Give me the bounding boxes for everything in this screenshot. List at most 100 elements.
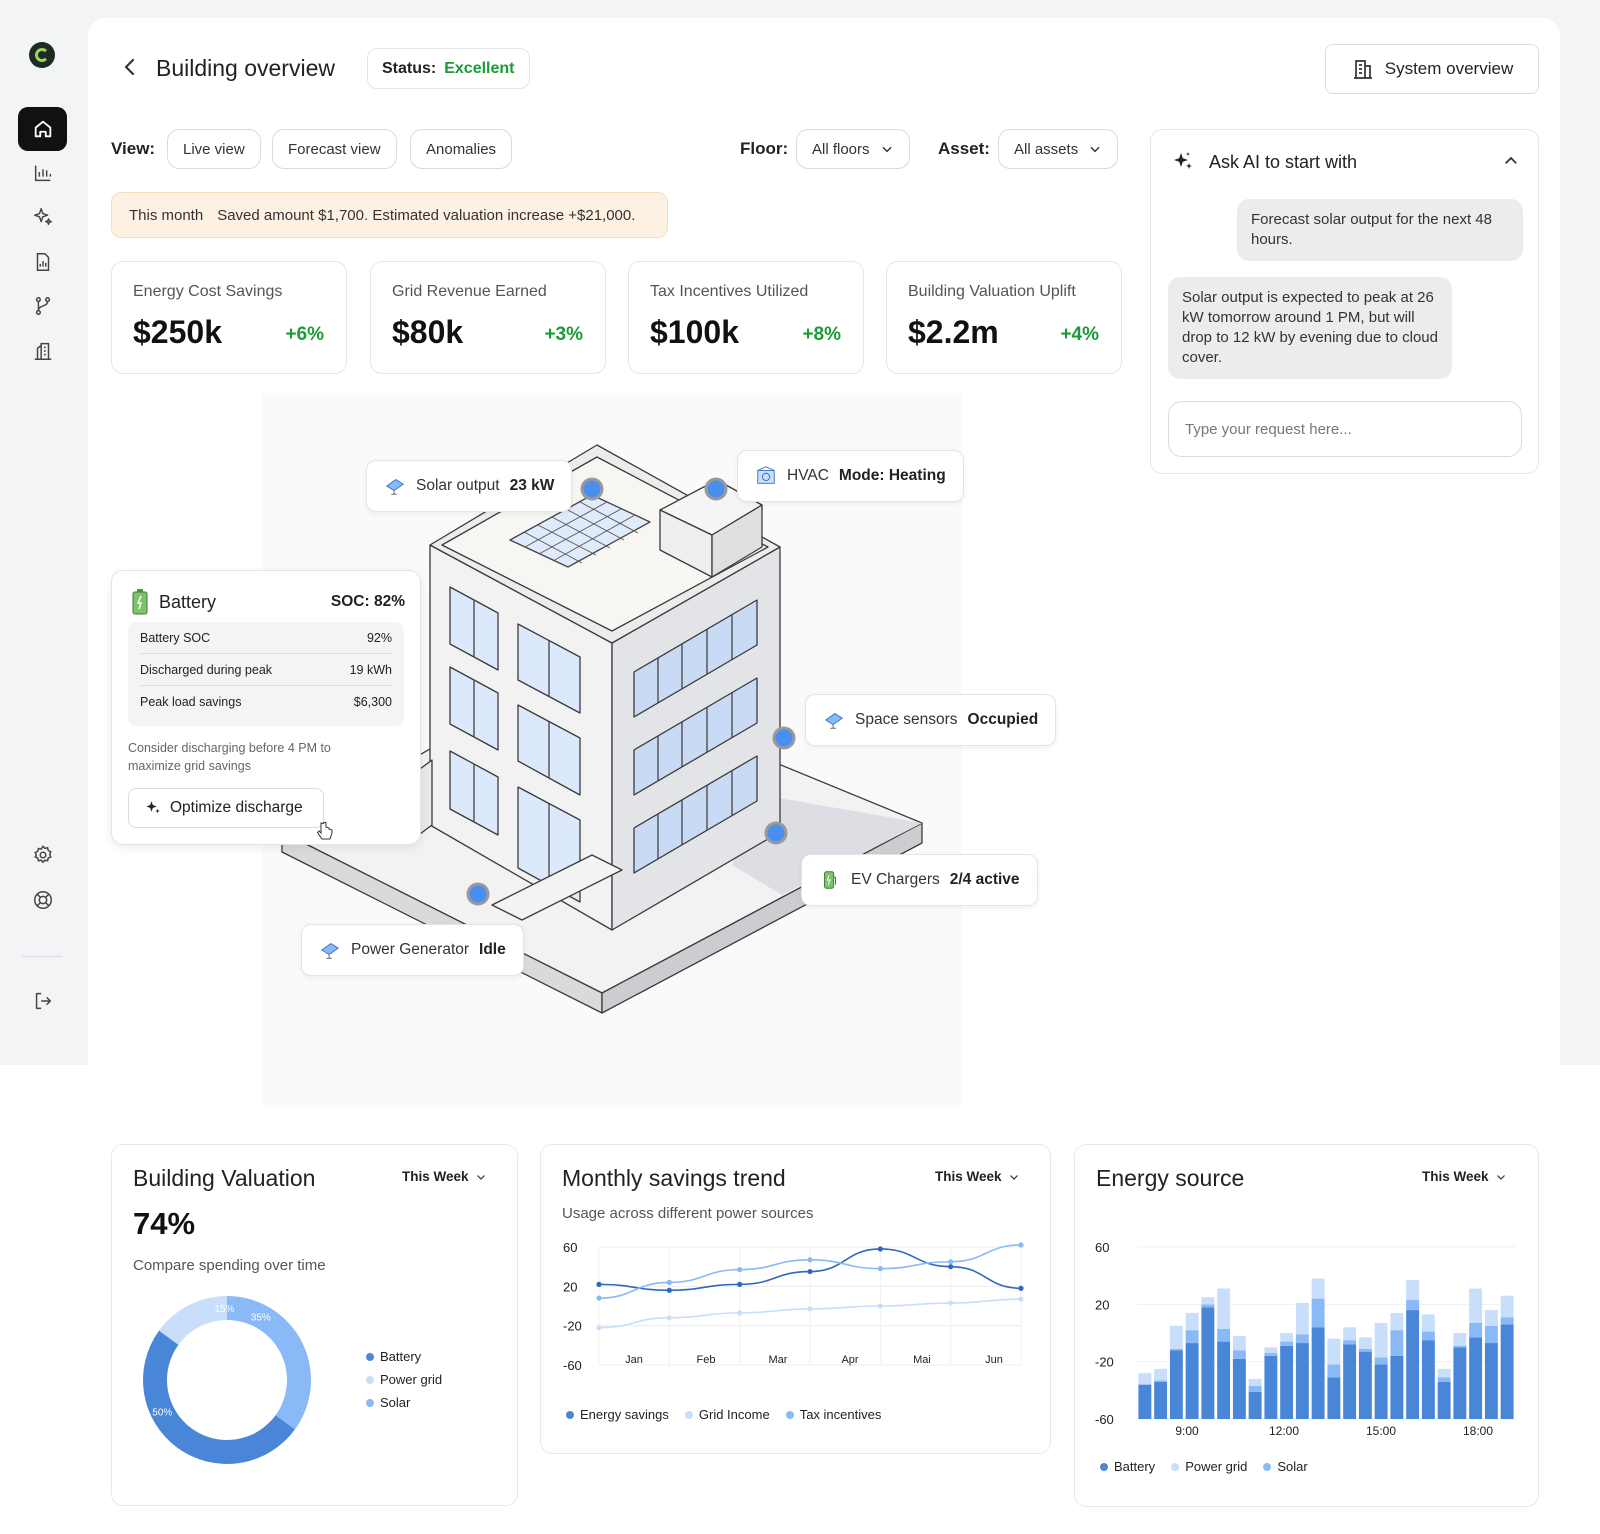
nav-buildings[interactable] xyxy=(18,329,67,373)
bar-segment xyxy=(1500,1295,1514,1318)
tab-anomalies[interactable]: Anomalies xyxy=(410,129,513,169)
bar-segment xyxy=(1437,1381,1451,1419)
ai-request-input[interactable] xyxy=(1168,401,1522,457)
bar-segment xyxy=(1264,1355,1278,1419)
nav-ai[interactable] xyxy=(18,195,67,239)
space-sensors-tag[interactable]: Space sensors Occupied xyxy=(805,694,1057,746)
legend-label: Energy savings xyxy=(580,1407,669,1422)
space-sensors-label: Space sensors xyxy=(855,711,958,728)
bar-segment xyxy=(1232,1350,1246,1359)
x-tick-label: Mai xyxy=(913,1354,931,1366)
kpi-card: Building Valuation Uplift $2.2m +4% xyxy=(886,261,1122,374)
series-point xyxy=(596,1281,602,1287)
series-point xyxy=(877,1246,883,1252)
legend-item: Battery xyxy=(1100,1459,1155,1474)
legend-label: Tax incentives xyxy=(799,1407,882,1422)
sensor-icon xyxy=(824,713,844,729)
bar-segment xyxy=(1469,1288,1483,1323)
ev-chargers-tag[interactable]: EV Chargers 2/4 active xyxy=(801,854,1038,906)
nav-help[interactable] xyxy=(18,878,67,922)
period-select[interactable]: This Week xyxy=(935,1169,1020,1184)
nav-settings[interactable] xyxy=(18,833,67,877)
legend-label: Power grid xyxy=(1185,1459,1248,1474)
system-overview-label: System overview xyxy=(1384,59,1514,78)
series-point xyxy=(1018,1285,1024,1291)
bar-segment xyxy=(1374,1364,1388,1419)
x-tick-label: 15:00 xyxy=(1366,1424,1396,1438)
floor-select[interactable]: All floors xyxy=(796,129,910,169)
user-message: Forecast solar output for the next 48 ho… xyxy=(1237,199,1523,261)
hvac-tag[interactable]: HVAC Mode: Heating xyxy=(737,450,964,502)
power-generator-tag[interactable]: Power Generator Idle xyxy=(301,924,524,976)
x-tick-label: Jan xyxy=(625,1354,643,1366)
ai-header[interactable]: Ask AI to start with xyxy=(1171,150,1357,174)
bar-segment xyxy=(1280,1341,1294,1346)
valuation-subtitle: Compare spending over time xyxy=(133,1257,326,1274)
bar-segment xyxy=(1311,1327,1325,1419)
bar-segment xyxy=(1484,1310,1498,1326)
bar-segment xyxy=(1469,1337,1483,1419)
card-title: Monthly savings trend xyxy=(562,1165,786,1191)
app-logo[interactable] xyxy=(29,42,55,68)
nav-home[interactable] xyxy=(18,107,67,151)
legend-item: Energy savings xyxy=(566,1407,669,1422)
tab-live-view[interactable]: Live view xyxy=(167,129,261,169)
chevron-up-icon[interactable] xyxy=(1502,152,1520,170)
battery-card: Battery SOC: 82% Battery SOC 92% Dischar… xyxy=(111,570,421,845)
valuation-donut-chart: 35% 50% 15% xyxy=(143,1296,312,1464)
battery-stat-row: Peak load savings $6,300 xyxy=(140,686,392,718)
bar-segment xyxy=(1421,1340,1435,1419)
period-select[interactable]: This Week xyxy=(402,1169,487,1184)
period-select[interactable]: This Week xyxy=(1422,1169,1507,1184)
ai-message: Solar output is expected to peak at 26 k… xyxy=(1168,277,1452,379)
home-icon xyxy=(34,120,51,138)
bar-segment xyxy=(1406,1310,1420,1419)
branch-icon xyxy=(35,297,50,315)
bar-segment xyxy=(1500,1324,1514,1419)
period-select-value: This Week xyxy=(402,1169,469,1184)
legend-item: Grid Income xyxy=(684,1407,770,1422)
bar-segment xyxy=(1311,1298,1325,1328)
bar-segment xyxy=(1201,1307,1215,1419)
series-point xyxy=(877,1266,883,1272)
y-tick-label: -60 xyxy=(563,1358,582,1373)
solar-output-value: 23 kW xyxy=(509,477,555,494)
series-point xyxy=(877,1303,883,1309)
bar-segment xyxy=(1295,1302,1309,1335)
bar-segment xyxy=(1374,1322,1388,1358)
bar-segment xyxy=(1138,1373,1152,1385)
asset-select-value: All assets xyxy=(1014,140,1079,158)
nav-flows[interactable] xyxy=(18,284,67,328)
asset-select[interactable]: All assets xyxy=(998,129,1119,169)
chevron-down-icon xyxy=(881,146,892,153)
bar-segment xyxy=(1311,1278,1325,1299)
battery-stat-row: Discharged during peak 19 kWh xyxy=(140,654,392,686)
bar-segment xyxy=(1295,1334,1309,1344)
solar-output-tag[interactable]: Solar output 23 kW xyxy=(366,460,573,512)
legend-item: Solar xyxy=(366,1395,442,1410)
bar-segment xyxy=(1421,1314,1435,1332)
nav-reports[interactable] xyxy=(18,240,67,284)
x-tick-label: Apr xyxy=(841,1354,858,1366)
bar-segment xyxy=(1390,1330,1404,1356)
kpi-card: Energy Cost Savings $250k +6% xyxy=(111,261,347,374)
kpi-change: +3% xyxy=(544,324,583,345)
hvac-value: Mode: Heating xyxy=(838,467,946,484)
back-arrow-icon[interactable] xyxy=(118,55,142,79)
bar-segment xyxy=(1453,1345,1467,1348)
sidebar-divider xyxy=(22,956,62,957)
nav-analytics[interactable] xyxy=(18,151,67,195)
tab-forecast-view[interactable]: Forecast view xyxy=(272,129,397,169)
kpi-label: Energy Cost Savings xyxy=(133,283,283,300)
status-value: Excellent xyxy=(444,59,515,77)
system-overview-button[interactable]: System overview xyxy=(1325,44,1539,94)
nav-logout[interactable] xyxy=(18,979,67,1023)
sparkle-icon xyxy=(33,208,52,226)
series-point xyxy=(666,1287,672,1293)
status-label: Status: xyxy=(382,59,437,77)
optimize-discharge-button[interactable]: Optimize discharge xyxy=(128,788,324,828)
bar-segment xyxy=(1185,1343,1199,1419)
kpi-value: $100k xyxy=(650,314,739,350)
battery-icon xyxy=(132,589,148,615)
battery-stats: Battery SOC 92% Discharged during peak 1… xyxy=(128,622,404,726)
